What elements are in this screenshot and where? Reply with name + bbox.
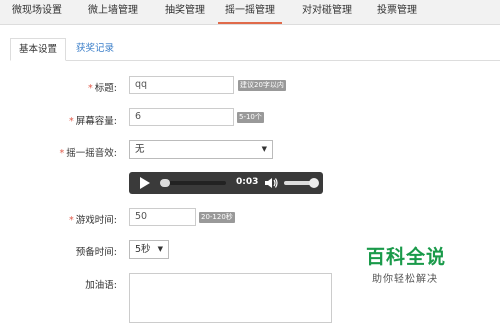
shake-sound-selected: 无 — [135, 144, 145, 155]
game-time-label: * 游戏时间: — [69, 212, 117, 226]
player-time: 0:03 — [236, 177, 259, 187]
game-time-label-text: 游戏时间: — [75, 215, 117, 226]
subtab-award-records[interactable]: 获奖记录 — [68, 38, 122, 60]
tab-lottery-management[interactable]: 抽奖管理 — [160, 0, 210, 24]
watermark-logo: 百科全说 — [366, 246, 447, 268]
screen-capacity-input[interactable]: 6 — [129, 108, 234, 126]
shake-sound-label: * 摇一摇音效: — [60, 145, 117, 159]
play-icon[interactable] — [140, 177, 150, 189]
prep-time-selected: 5秒 — [135, 244, 151, 255]
title-hint-badge: 建议20字以内 — [238, 80, 286, 91]
prep-time-label: 预备时间: — [76, 244, 117, 258]
tab-vote-management[interactable]: 投票管理 — [372, 0, 422, 24]
required-mark: * — [59, 148, 65, 159]
sub-tabs: 基本设置 获奖记录 — [10, 38, 500, 61]
screen-capacity-label: * 屏幕容量: — [69, 113, 117, 127]
audio-player: 0:03 — [129, 172, 323, 194]
screen-capacity-label-text: 屏幕容量: — [75, 116, 117, 127]
screen-capacity-hint-badge: 5-10个 — [237, 112, 264, 123]
required-mark: * — [69, 116, 74, 127]
cheer-label-text: 加油语: — [85, 280, 117, 291]
tab-shake-management[interactable]: 摇一摇管理 — [218, 0, 282, 24]
prep-time-label-text: 预备时间: — [75, 247, 117, 258]
tab-live-settings[interactable]: 微现场设置 — [6, 0, 68, 24]
game-time-hint-badge: 20-120秒 — [199, 212, 235, 223]
volume-handle[interactable] — [309, 178, 319, 188]
chevron-down-icon: ▼ — [157, 245, 163, 253]
watermark-subtitle: 助你轻松解决 — [372, 274, 438, 285]
shake-sound-select[interactable]: 无 ▼ — [129, 140, 273, 159]
prep-time-select[interactable]: 5秒 ▼ — [129, 240, 169, 259]
title-label-text: 标题: — [94, 83, 117, 94]
tab-wall-management[interactable]: 微上墙管理 — [82, 0, 144, 24]
top-nav: 微现场设置 微上墙管理 抽奖管理 摇一摇管理 对对碰管理 投票管理 — [0, 0, 500, 25]
chevron-down-icon: ▼ — [261, 145, 267, 153]
cheer-label: 加油语: — [85, 277, 117, 291]
title-input[interactable]: qq — [129, 76, 234, 94]
game-time-input[interactable]: 50 — [129, 208, 196, 226]
volume-icon[interactable] — [264, 176, 278, 190]
title-label: * 标题: — [88, 80, 117, 94]
shake-sound-label-text: 摇一摇音效: — [66, 148, 117, 159]
cheer-textarea[interactable] — [129, 273, 332, 323]
required-mark: * — [88, 83, 93, 94]
required-mark: * — [69, 215, 74, 226]
progress-handle[interactable] — [160, 179, 170, 187]
subtab-basic-settings[interactable]: 基本设置 — [10, 38, 67, 61]
progress-track[interactable] — [161, 181, 226, 185]
tab-match-management[interactable]: 对对碰管理 — [298, 0, 356, 24]
